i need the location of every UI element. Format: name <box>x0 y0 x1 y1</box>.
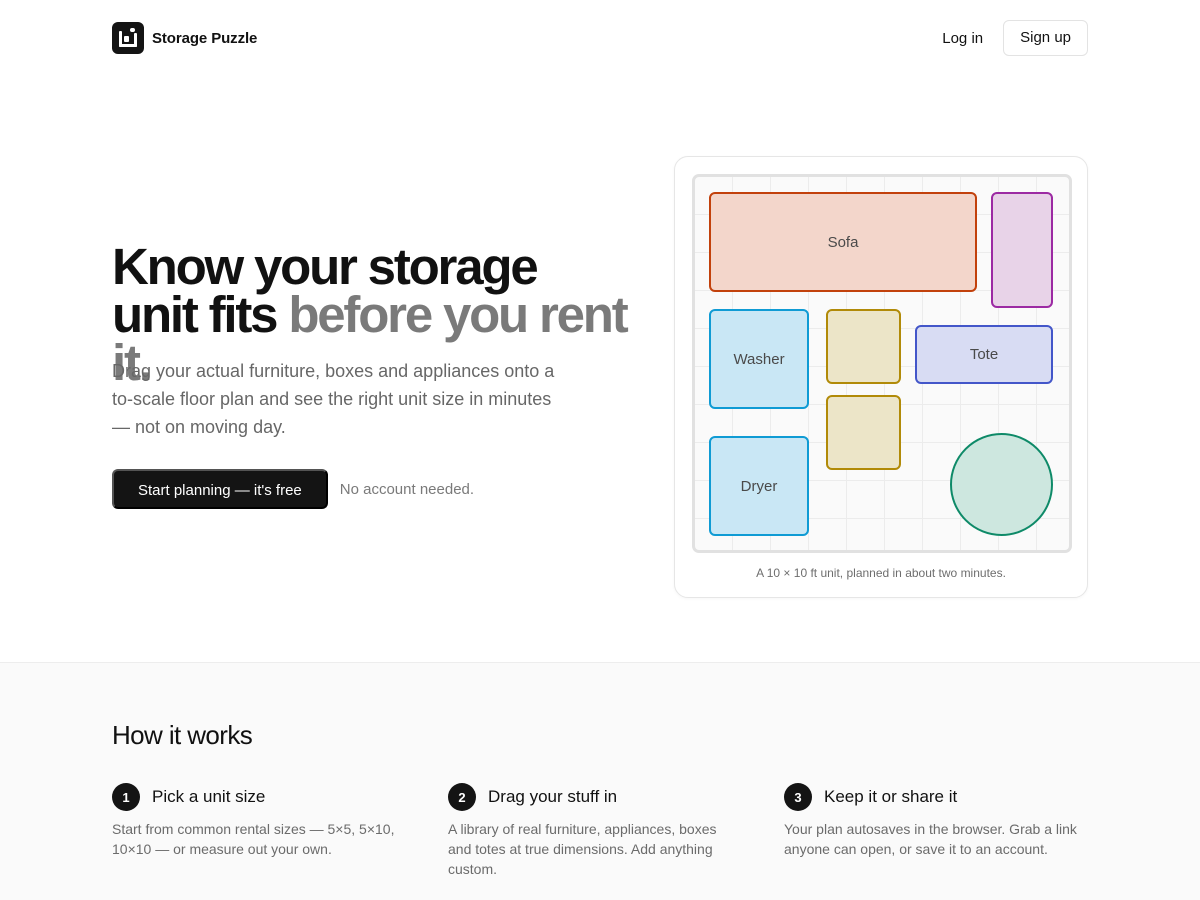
step-description: Start from common rental sizes — 5×5, 5×… <box>112 821 395 857</box>
step-number-badge: 3 <box>784 783 812 811</box>
how-it-works-title: How it works <box>112 720 253 750</box>
furniture-label: Washer <box>733 350 785 368</box>
step-title: Pick a unit size <box>152 787 266 806</box>
start-planning-button[interactable]: Start planning — it's free <box>112 469 328 509</box>
floor-plan-caption: A 10 × 10 ft unit, planned in about two … <box>756 566 1006 580</box>
step-description: A library of real furniture, appliances,… <box>448 821 717 877</box>
cta-row: Start planning — it's free No account ne… <box>112 469 474 509</box>
signup-button[interactable]: Sign up <box>1003 20 1088 56</box>
step-keep-or-share: 3 Keep it or share it Your plan autosave… <box>784 783 1088 859</box>
nav-actions: Log in Sign up <box>942 20 1088 56</box>
floor-plan-grid: Sofa Washer Tote Dryer <box>692 174 1072 553</box>
furniture-label: Dryer <box>740 477 778 495</box>
step-pick-unit-size: 1 Pick a unit size Start from common ren… <box>112 783 412 859</box>
furniture-label: Tote <box>969 346 999 363</box>
login-link[interactable]: Log in <box>942 30 983 47</box>
step-number-badge: 2 <box>448 783 476 811</box>
step-header: 1 Pick a unit size <box>112 783 412 811</box>
step-title: Keep it or share it <box>824 787 958 806</box>
step-description: Your plan autosaves in the browser. Grab… <box>784 821 1077 857</box>
furniture-box[interactable] <box>826 309 901 384</box>
brand-name: Storage Puzzle <box>152 29 258 47</box>
top-nav: Storage Puzzle Log in Sign up <box>112 20 1088 56</box>
floor-plan-card: Sofa Washer Tote Dryer A 10 × 10 ft unit… <box>674 156 1088 598</box>
furniture-dryer[interactable]: Dryer <box>709 436 809 536</box>
step-header: 3 Keep it or share it <box>784 783 1088 811</box>
how-it-works-section: How it works 1 Pick a unit size Start fr… <box>0 662 1200 900</box>
furniture-washer[interactable]: Washer <box>709 309 809 409</box>
hero-subtitle: Drag your actual furniture, boxes and ap… <box>112 361 555 437</box>
step-title: Drag your stuff in <box>488 787 618 806</box>
furniture-tall-cabinet[interactable] <box>991 192 1053 308</box>
furniture-round-table[interactable] <box>950 433 1053 536</box>
furniture-label: Sofa <box>827 233 859 251</box>
furniture-tote[interactable]: Tote <box>915 325 1053 384</box>
step-drag-stuff-in: 2 Drag your stuff in A library of real f… <box>448 783 728 879</box>
cta-note: No account needed. <box>339 480 475 498</box>
step-number-badge: 1 <box>112 783 140 811</box>
furniture-sofa[interactable]: Sofa <box>709 192 977 292</box>
step-header: 2 Drag your stuff in <box>448 783 728 811</box>
furniture-box[interactable] <box>826 395 901 470</box>
storage-puzzle-logo-icon <box>112 22 144 54</box>
brand[interactable]: Storage Puzzle <box>112 22 257 54</box>
